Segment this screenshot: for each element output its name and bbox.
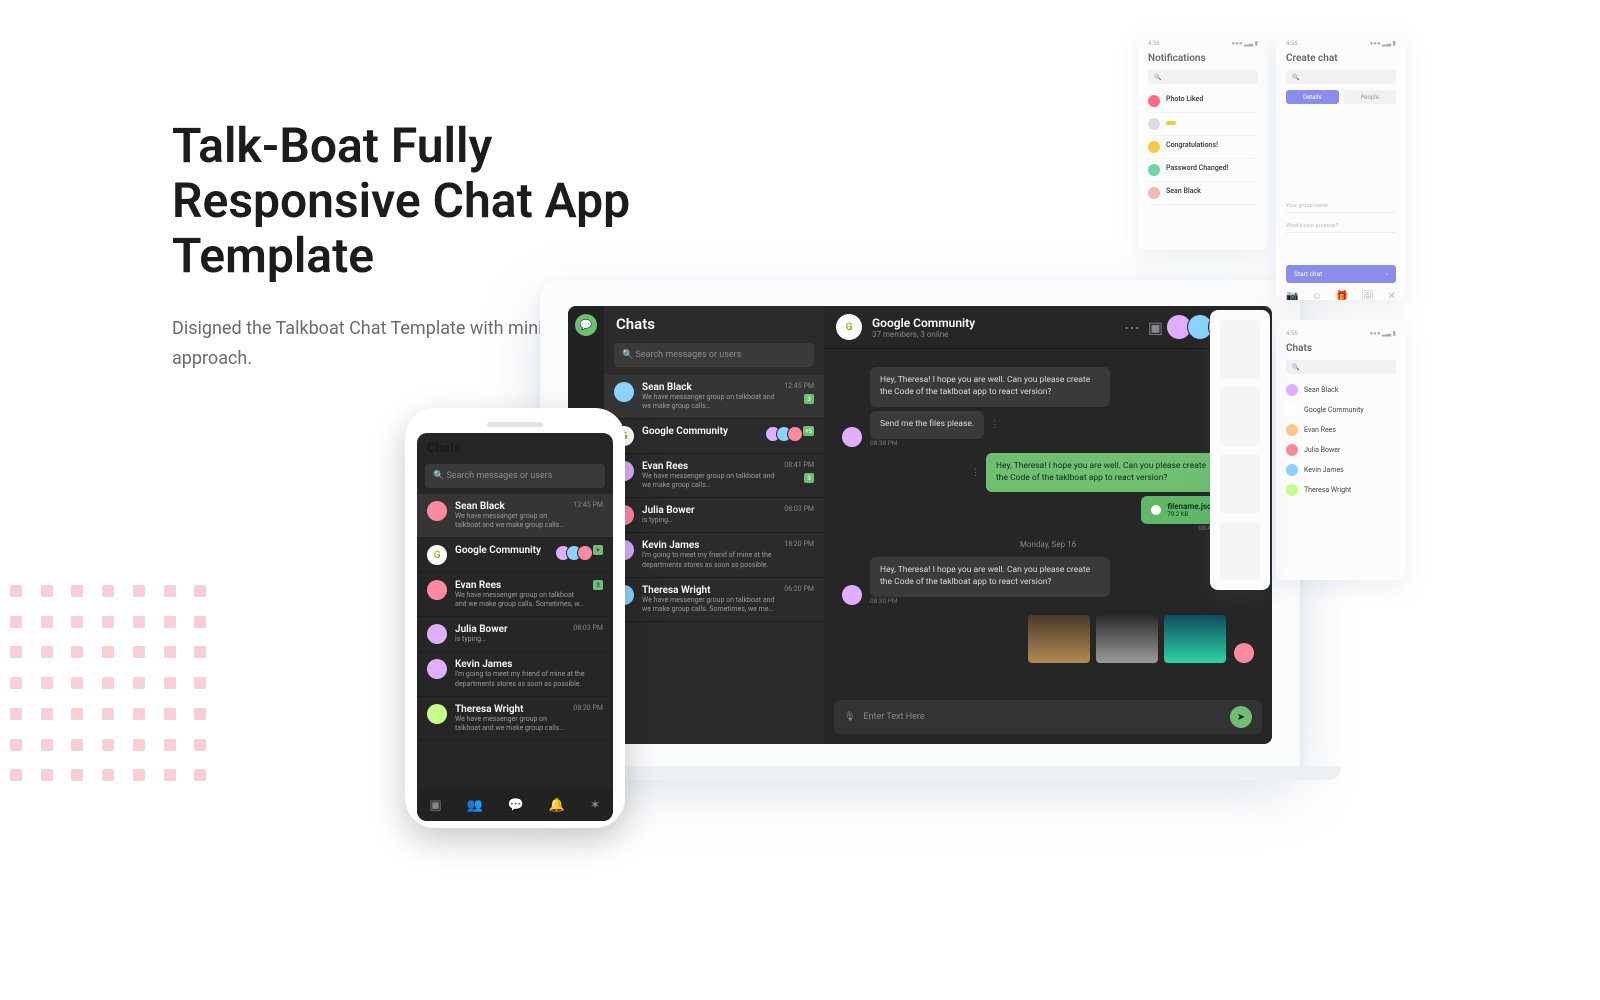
chat-list-item[interactable]: Evan ReesWe have messenger group on talk… [604,454,824,498]
chat-list-item[interactable]: Google Community+ [417,538,613,573]
conversation-panel: Google Community 37 members, 3 online ⋯ … [824,306,1272,744]
chat-list-item[interactable]: Kevin JamesI'm going to meet my friend o… [417,652,613,696]
search-input[interactable]: 🔍 Search messages or users [614,343,814,367]
chat-list-title: Chats [604,306,824,339]
image-attachments[interactable] [1028,615,1226,663]
chat-list-panel: Chats 🔍 Search messages or users Sean Bl… [604,306,824,744]
message-in: Hey, Theresa! I hope you are well. Can y… [870,367,1110,407]
date-separator: Monday, Sep 16 [842,540,1254,549]
search-icon: 🔍 [433,471,444,481]
message-menu-icon[interactable]: ⋮ [990,420,999,430]
message-time: 08:30 PM [870,597,1110,605]
tab-people[interactable]: People [1344,90,1397,104]
sender-avatar [842,585,862,605]
tab-chats-icon[interactable]: 💬 [508,798,524,813]
start-chat-button[interactable]: Start chat› [1286,265,1396,283]
tab-alerts-icon[interactable]: 🔔 [549,798,565,813]
message-out: Hey, Theresa! I hope you are well. Can y… [986,453,1226,493]
lite-chat-item[interactable]: Julia Bower [1286,440,1396,460]
preview-create-chat-card: 4:56●●● ▂▃ ▮ Create chat 🔍 Details Peopl… [1276,30,1406,300]
search-placeholder: Search messages or users [635,350,741,360]
sender-avatar [842,427,862,447]
image-icon[interactable]: 🖼 [1361,291,1374,300]
emoji-icon[interactable]: ☺ [1312,291,1322,300]
chat-list-item[interactable]: Google Community+5 [604,419,824,454]
phone-frame: Chats 🔍 Search messages or users Sean Bl… [405,408,625,828]
laptop-frame: Chats 🔍 Search messages or users Sean Bl… [540,280,1300,770]
app-logo-icon[interactable] [575,314,597,336]
file-name: filename.json [1167,502,1216,511]
hero-title: Talk-Boat Fully Responsive Chat App Temp… [172,118,692,284]
tab-contacts-icon[interactable]: ▣ [429,798,441,813]
camera-icon[interactable]: 📷 [1286,291,1298,300]
preview-strip-card [1210,310,1270,590]
phone-chats-title: Chats [427,441,603,456]
download-icon [1151,505,1161,515]
chat-list-item[interactable]: Sean BlackWe have messanger group on tal… [417,494,613,538]
tab-people-icon[interactable]: 👥 [467,798,483,813]
conversation-subtitle: 37 members, 3 online [872,330,975,339]
more-icon[interactable]: ⋯ [1124,318,1140,337]
message-in: Hey, Theresa! I hope you are well. Can y… [870,557,1110,597]
lite-chat-item[interactable]: Theresa Wright [1286,480,1396,500]
chat-list-item[interactable]: Sean BlackWe have messanger group on tal… [604,375,824,419]
group-purpose-input[interactable]: What's your purpose? [1286,220,1396,233]
file-size: 79.2 KB [1167,511,1216,518]
lite-chat-item[interactable]: Kevin James [1286,460,1396,480]
send-button[interactable]: ➤ [1230,706,1252,728]
lite-chats-title: Chats [1286,343,1396,354]
close-icon[interactable]: ✕ [1388,291,1396,300]
message-in: Send me the files please. [870,411,984,439]
phone-search-input[interactable]: 🔍 Search messages or users [425,464,605,488]
lite-chat-item[interactable]: Evan Rees [1286,420,1396,440]
self-avatar [1234,643,1254,663]
tab-settings-icon[interactable]: ✶ [590,798,601,813]
create-chat-title: Create chat [1286,53,1396,64]
tab-details[interactable]: Details [1286,90,1339,104]
mic-icon[interactable]: 🎙 [844,712,855,722]
chat-list-item[interactable]: Kevin JamesI'm going to meet my friend o… [604,533,824,577]
decorative-dot-grid [10,585,210,785]
conversation-title: Google Community [872,316,975,330]
notifications-title: Notifications [1148,53,1258,64]
chat-list-item[interactable]: Evan ReesWe have messenger group on talk… [417,573,613,617]
lite-chat-item[interactable]: Sean Black [1286,380,1396,400]
chat-list-item[interactable]: Julia Boweris typing…08:03 PM [604,498,824,533]
message-time: 08:38 PM [870,439,1110,447]
preview-chats-light-card: 4:56●●● ▂▃ ▮ Chats 🔍 Sean BlackGoogle Co… [1276,320,1406,580]
lite-chat-item[interactable]: Google Community [1286,400,1396,420]
composer-input[interactable]: Enter Text Here [863,712,924,722]
chat-list-item[interactable]: Theresa WrightWe have messenger group on… [604,578,824,622]
chat-list-item[interactable]: Theresa WrightWe have messenger group on… [417,697,613,741]
video-icon[interactable]: ▣ [1148,318,1163,337]
group-name-input[interactable]: Your group name [1286,200,1396,213]
search-icon: 🔍 [622,350,633,360]
preview-notifications-card: 4:56●●● ▂▃ ▮ Notifications 🔍 Photo Liked… [1138,30,1268,250]
chat-list-item[interactable]: Julia Boweris typing…08:03 PM [417,617,613,652]
message-menu-icon[interactable]: ⋮ [971,468,980,478]
conversation-avatar google-icon [836,314,862,340]
gift-icon[interactable]: 🎁 [1336,291,1348,300]
